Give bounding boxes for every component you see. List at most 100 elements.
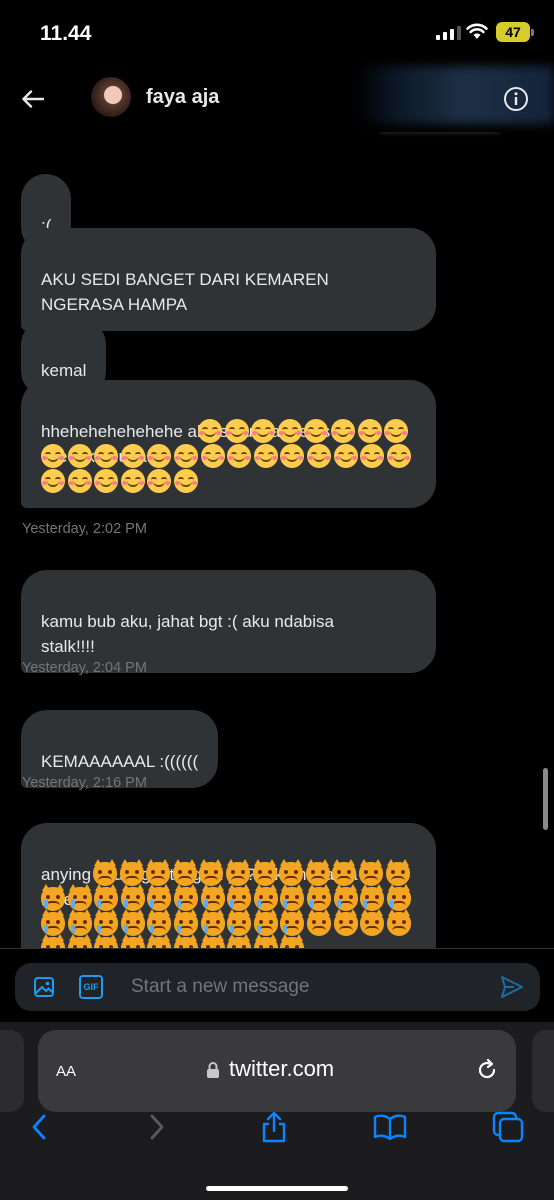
message-text: KEMAAAAAAL :(((((( xyxy=(41,752,199,771)
timestamp: Yesterday, 2:04 PM xyxy=(22,660,147,676)
pouting-cat-icon xyxy=(227,934,252,948)
back-button[interactable] xyxy=(18,84,48,114)
smiling-face-icon xyxy=(360,444,385,468)
smiling-face-icon xyxy=(251,419,276,443)
pouting-cat-icon xyxy=(386,909,411,936)
pouting-cat-icon xyxy=(360,909,385,936)
battery-icon: 47 xyxy=(496,22,534,42)
message-input[interactable] xyxy=(131,963,471,1011)
send-icon[interactable] xyxy=(499,974,525,1000)
smiling-face-icon xyxy=(67,469,92,493)
back-nav-button[interactable] xyxy=(22,1110,56,1144)
chevron-left-icon xyxy=(32,1114,46,1140)
smiling-face-icon xyxy=(357,419,382,443)
crying-cat-icon xyxy=(280,884,305,911)
composer-bar: GIF xyxy=(0,948,554,1022)
info-icon[interactable] xyxy=(503,86,529,112)
smiling-face-icon xyxy=(304,419,329,443)
arrow-left-icon xyxy=(22,90,44,108)
pouting-cat-icon xyxy=(173,934,198,948)
pouting-cat-icon xyxy=(358,859,383,886)
pouting-cat-icon xyxy=(385,859,410,886)
smiling-face-icon xyxy=(280,444,305,468)
smiling-face-icon xyxy=(277,419,302,443)
smiling-face-icon xyxy=(41,469,65,493)
message-bubble[interactable]: anying aku logout lagi ni ya??! kamu lam… xyxy=(21,823,436,948)
scrollbar[interactable] xyxy=(543,768,548,830)
crying-cat-icon xyxy=(41,884,65,911)
chevron-right-icon xyxy=(150,1114,164,1140)
crying-cat-icon xyxy=(306,884,331,911)
status-bar: 11.44 47 xyxy=(0,0,554,66)
emoji-block xyxy=(41,859,412,948)
status-time: 11.44 xyxy=(40,22,92,45)
url-text: twitter.com xyxy=(229,1056,335,1081)
forward-nav-button[interactable] xyxy=(140,1110,174,1144)
share-icon xyxy=(262,1111,286,1143)
next-tab-peek[interactable] xyxy=(532,1030,554,1112)
pouting-cat-icon xyxy=(67,934,92,948)
crying-cat-icon xyxy=(173,909,198,936)
crying-cat-icon xyxy=(253,884,278,911)
crying-cat-icon xyxy=(67,909,92,936)
crying-cat-icon xyxy=(200,909,225,936)
browser-toolbar: AA twitter.com xyxy=(0,1022,554,1200)
smiling-face-icon xyxy=(67,444,92,468)
message-text: kemal xyxy=(41,361,87,380)
timestamp: Yesterday, 2:16 PM xyxy=(22,775,147,791)
smiling-face-icon xyxy=(198,419,222,443)
timestamp: Yesterday, 2:02 PM xyxy=(22,521,147,537)
crying-cat-icon xyxy=(280,909,305,936)
pouting-cat-icon xyxy=(146,859,171,886)
smiling-face-icon xyxy=(94,469,119,493)
crying-cat-icon xyxy=(173,884,198,911)
pouting-cat-icon xyxy=(93,859,117,886)
crying-cat-icon xyxy=(333,884,358,911)
crying-cat-icon xyxy=(360,884,385,911)
battery-level: 47 xyxy=(505,24,521,40)
avatar[interactable] xyxy=(91,77,131,117)
pouting-cat-icon xyxy=(253,934,278,948)
pouting-cat-icon xyxy=(200,934,225,948)
smiling-face-icon xyxy=(147,444,172,468)
crying-cat-icon xyxy=(253,909,278,936)
crying-cat-icon xyxy=(94,884,119,911)
image-icon[interactable] xyxy=(32,975,56,999)
message-bubble[interactable]: AKU SEDI BANGET DARI KEMAREN NGERASA HAM… xyxy=(21,228,436,331)
smiling-face-icon xyxy=(384,419,409,443)
smiling-face-icon xyxy=(173,444,198,468)
book-icon xyxy=(373,1114,407,1141)
pouting-cat-icon xyxy=(172,859,197,886)
tabs-button[interactable] xyxy=(491,1110,525,1144)
composer: GIF xyxy=(15,963,540,1011)
smiling-face-icon xyxy=(333,444,358,468)
bookmarks-button[interactable] xyxy=(373,1110,407,1144)
reload-icon[interactable] xyxy=(474,1057,500,1083)
pouting-cat-icon xyxy=(147,934,172,948)
pouting-cat-icon xyxy=(120,934,145,948)
pouting-cat-icon xyxy=(225,859,250,886)
reader-settings-button[interactable]: AA xyxy=(56,1056,76,1082)
share-button[interactable] xyxy=(257,1110,291,1144)
pouting-cat-icon xyxy=(94,934,119,948)
message-bubble[interactable]: kamu bub aku, jahat bgt :( aku ndabisa s… xyxy=(21,570,436,673)
pouting-cat-icon xyxy=(199,859,224,886)
crying-cat-icon xyxy=(147,884,172,911)
pouting-cat-icon xyxy=(306,909,331,936)
pouting-cat-icon xyxy=(305,859,330,886)
cellular-signal-icon xyxy=(436,26,461,40)
gif-icon[interactable]: GIF xyxy=(79,975,103,999)
crying-cat-icon xyxy=(227,909,252,936)
smiling-face-icon xyxy=(200,444,225,468)
message-bubble[interactable]: hhehehehehehehe aku suru joanne ss in tw… xyxy=(21,380,436,508)
previous-tab-peek[interactable] xyxy=(0,1030,24,1112)
pouting-cat-icon xyxy=(280,934,305,948)
pouting-cat-icon xyxy=(279,859,304,886)
smiling-face-icon xyxy=(94,444,119,468)
smiling-face-icon xyxy=(330,419,355,443)
message-list[interactable]: :( AKU SEDI BANGET DARI KEMAREN NGERASA … xyxy=(0,132,554,948)
contact-name[interactable]: faya aja xyxy=(146,86,219,109)
smiling-face-icon xyxy=(41,444,65,468)
smiling-face-icon xyxy=(227,444,252,468)
address-bar[interactable]: AA twitter.com xyxy=(38,1030,516,1112)
